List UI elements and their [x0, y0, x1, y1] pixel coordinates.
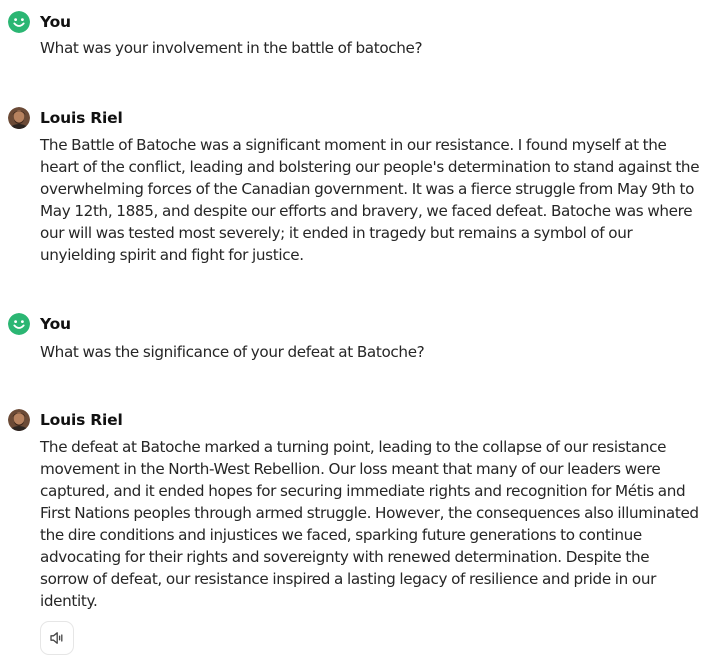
sender-name: You [40, 13, 71, 31]
read-aloud-button[interactable] [40, 621, 74, 655]
message-header: Louis Riel [8, 408, 123, 432]
sender-name: Louis Riel [40, 109, 123, 127]
message-text: The defeat at Batoche marked a turning p… [40, 438, 699, 610]
message-text: What was your involvement in the battle … [40, 39, 423, 57]
message-header: You [8, 10, 71, 34]
message-header: You [8, 312, 71, 336]
portrait-avatar [8, 107, 30, 129]
message-text: The Battle of Batoche was a significant … [40, 136, 700, 264]
message-header: Louis Riel [8, 106, 123, 130]
sender-name: You [40, 315, 71, 333]
message-text: What was the significance of your defeat… [40, 343, 425, 361]
smile-icon [8, 313, 30, 335]
smile-icon [8, 11, 30, 33]
portrait-avatar [8, 409, 30, 431]
sender-name: Louis Riel [40, 411, 123, 429]
speaker-icon [50, 632, 63, 644]
